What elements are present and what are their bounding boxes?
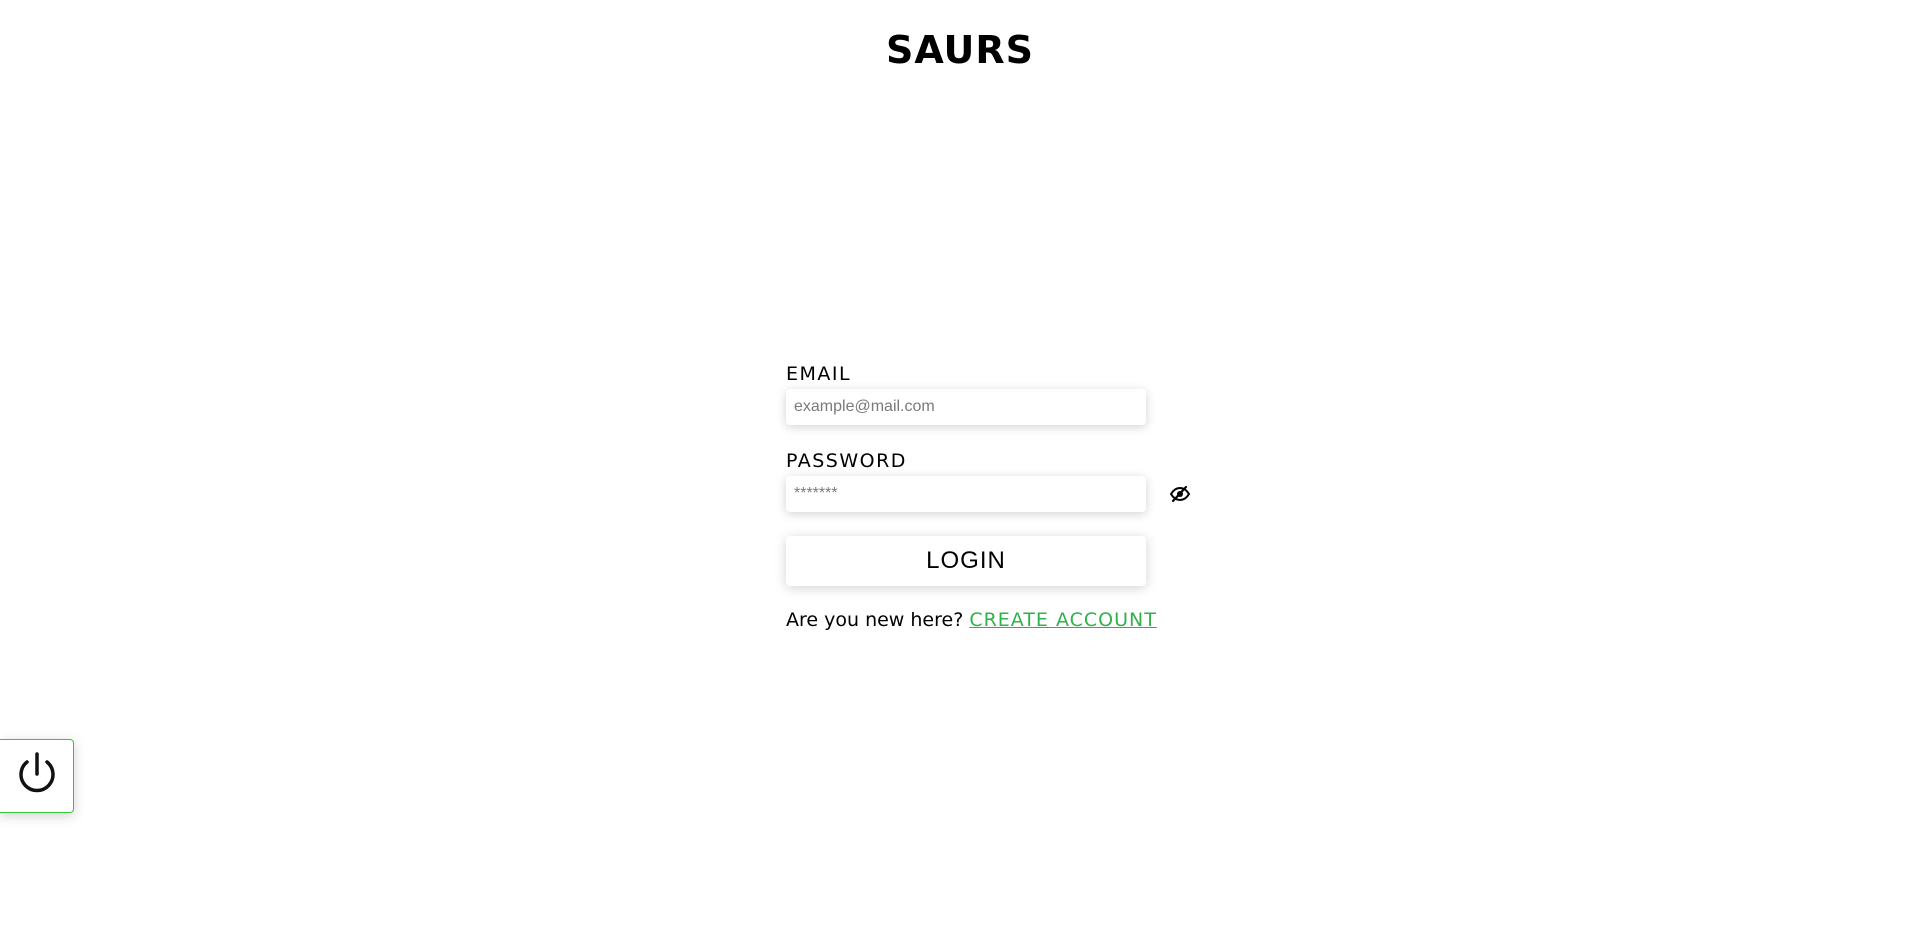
- new-here-text: Are you new here?: [786, 609, 964, 631]
- password-label: PASSWORD: [786, 450, 907, 472]
- power-icon: [15, 750, 59, 803]
- app-logo: SAURS: [885, 28, 1035, 72]
- email-input[interactable]: [786, 389, 1146, 425]
- password-field-wrap: [786, 476, 1191, 512]
- password-input[interactable]: [786, 476, 1146, 512]
- signup-prompt: Are you new here? CREATE ACCOUNT: [786, 608, 1156, 632]
- login-button[interactable]: LOGIN: [786, 536, 1146, 586]
- email-field-wrap: [786, 389, 1146, 425]
- login-form: EMAIL PASSWORD LOGIN Are you new here? C…: [786, 360, 1191, 632]
- eye-slash-icon[interactable]: [1169, 484, 1191, 504]
- power-button[interactable]: [0, 739, 74, 813]
- email-label: EMAIL: [786, 363, 852, 385]
- login-page: SAURS EMAIL PASSWORD LOGIN Are you new h…: [0, 0, 1920, 926]
- create-account-link[interactable]: CREATE ACCOUNT: [969, 609, 1157, 631]
